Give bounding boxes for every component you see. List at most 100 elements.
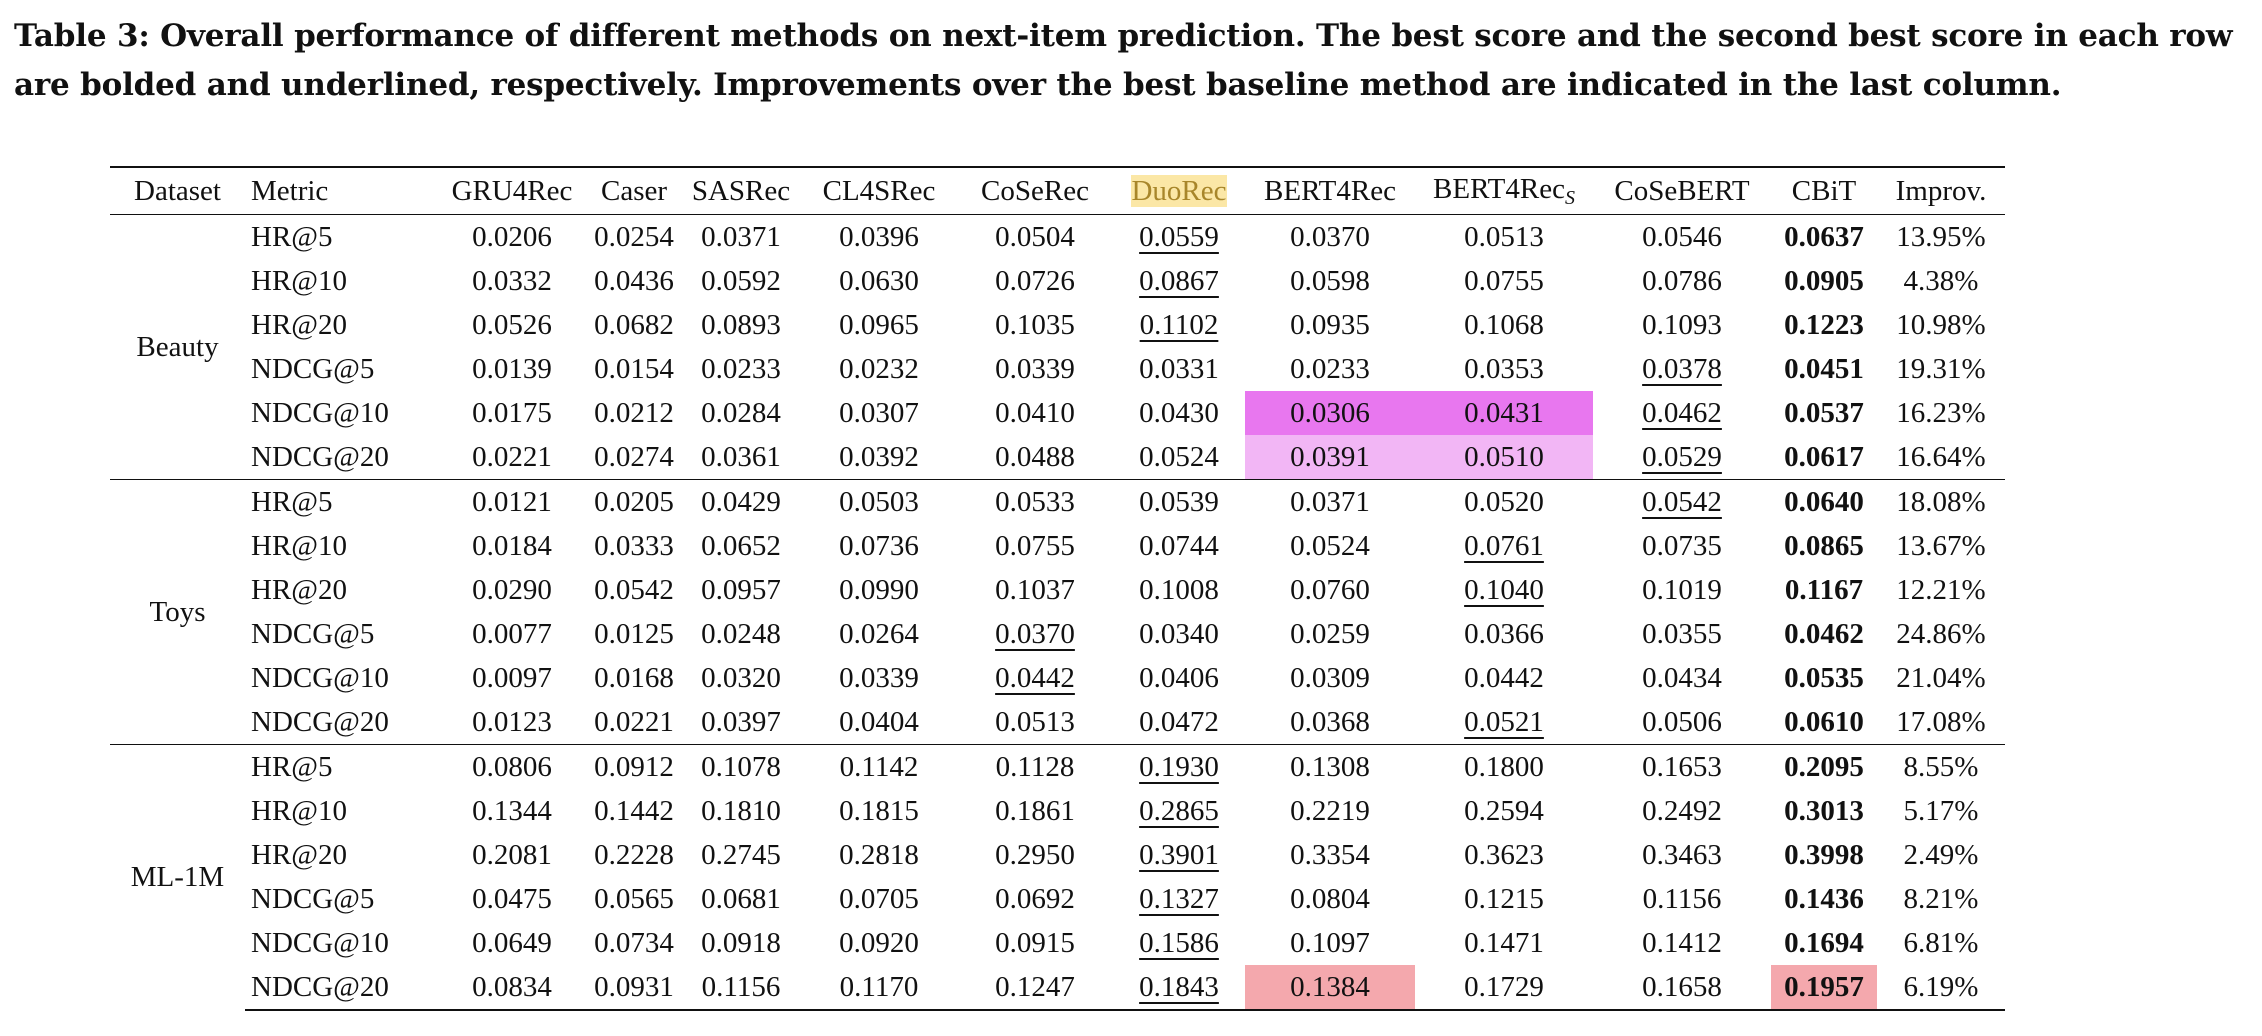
score-cell: 0.0370 xyxy=(957,612,1113,656)
cell-value: 0.0306 xyxy=(1290,396,1370,429)
score-cell: 0.1037 xyxy=(957,568,1113,612)
col-header-cosebert: CoSeBERT xyxy=(1593,166,1771,215)
score-cell: 0.3013 xyxy=(1771,789,1877,833)
bert4recs-subscript: S xyxy=(1564,186,1575,209)
score-cell: 0.0535 xyxy=(1771,656,1877,700)
score-cell: 0.0931 xyxy=(587,965,681,1011)
cell-value: 13.95% xyxy=(1896,220,1986,253)
score-cell: 0.0442 xyxy=(957,656,1113,700)
improvement-cell: 2.49% xyxy=(1877,833,2005,877)
cell-value: 0.0206 xyxy=(472,220,552,253)
score-cell: 0.0617 xyxy=(1771,435,1877,480)
col-header-cl4srec: CL4SRec xyxy=(801,166,957,215)
score-cell: 0.1412 xyxy=(1593,921,1771,965)
score-cell: 0.0434 xyxy=(1593,656,1771,700)
score-cell: 0.0475 xyxy=(437,877,587,921)
improvement-cell: 16.23% xyxy=(1877,391,2005,435)
table-row: NDCG@20 0.0123 0.0221 0.0397 0.0404 0.0513 0.0… xyxy=(110,700,2005,745)
score-cell: 0.0332 xyxy=(437,259,587,303)
score-cell: 0.0526 xyxy=(437,303,587,347)
cell-value: 0.0431 xyxy=(1464,396,1544,429)
cell-value: 0.0430 xyxy=(1139,396,1219,429)
cell-value: 0.0735 xyxy=(1642,529,1722,562)
cell-value: 0.0865 xyxy=(1784,529,1864,562)
score-cell: 0.3623 xyxy=(1415,833,1593,877)
cell-value: 0.0371 xyxy=(701,220,781,253)
cell-value: 0.0436 xyxy=(594,264,674,297)
score-cell: 0.0212 xyxy=(587,391,681,435)
metric-cell: HR@10 xyxy=(251,264,347,297)
table-row: NDCG@10 0.0649 0.0734 0.0918 0.0920 0.0915 0.1… xyxy=(110,921,2005,965)
score-cell: 0.1040 xyxy=(1415,568,1593,612)
cell-value: 0.1215 xyxy=(1464,882,1544,915)
cell-value: 6.81% xyxy=(1903,926,1979,959)
score-cell: 0.0221 xyxy=(437,435,587,480)
score-cell: 0.0734 xyxy=(587,921,681,965)
cell-value: 12.21% xyxy=(1896,573,1986,606)
cell-value: 0.0331 xyxy=(1139,352,1219,385)
metric-cell: HR@20 xyxy=(251,838,347,871)
score-cell: 0.0539 xyxy=(1113,479,1245,524)
cell-value: 0.0320 xyxy=(701,661,781,694)
cell-value: 0.2095 xyxy=(1784,750,1864,783)
cell-value: 0.1442 xyxy=(594,794,674,827)
cell-value: 0.0168 xyxy=(594,661,674,694)
cell-value: 0.1586 xyxy=(1139,926,1219,959)
cell-value: 0.1156 xyxy=(1642,882,1722,915)
cell-value: 0.0205 xyxy=(594,485,674,518)
score-cell: 0.0361 xyxy=(681,435,801,480)
cell-value: 0.0184 xyxy=(472,529,552,562)
score-cell: 0.1810 xyxy=(681,789,801,833)
metric-cell: NDCG@20 xyxy=(245,965,437,1011)
dataset-cell: ML-1M xyxy=(110,744,245,1010)
score-cell: 0.2095 xyxy=(1771,744,1877,789)
cell-value: 0.0965 xyxy=(839,308,919,341)
cell-value: 0.1384 xyxy=(1290,970,1370,1003)
cell-value: 0.0410 xyxy=(995,396,1075,429)
score-cell: 0.0154 xyxy=(587,347,681,391)
score-cell: 0.0306 xyxy=(1245,391,1415,435)
col-header-gru4rec: GRU4Rec xyxy=(437,166,587,215)
metric-cell: HR@20 xyxy=(251,573,347,606)
score-cell: 0.0726 xyxy=(957,259,1113,303)
score-cell: 0.1344 xyxy=(437,789,587,833)
score-cell: 0.0610 xyxy=(1771,700,1877,745)
cell-value: 0.0077 xyxy=(472,617,552,650)
cell-value: 0.0649 xyxy=(472,926,552,959)
cell-value: 0.1142 xyxy=(839,750,919,783)
score-cell: 0.1658 xyxy=(1593,965,1771,1011)
score-cell: 0.0692 xyxy=(957,877,1113,921)
table-row: NDCG@20 0.0834 0.0931 0.1156 0.1170 0.1247 0.1… xyxy=(110,965,2005,1011)
cell-value: 19.31% xyxy=(1896,352,1986,385)
cell-value: 0.2594 xyxy=(1464,794,1544,827)
score-cell: 0.0429 xyxy=(681,479,801,524)
table-row: NDCG@10 0.0175 0.0212 0.0284 0.0307 0.0410 0.0… xyxy=(110,391,2005,435)
cell-value: 16.23% xyxy=(1896,396,1986,429)
score-cell: 0.1436 xyxy=(1771,877,1877,921)
score-cell: 0.1035 xyxy=(957,303,1113,347)
cell-value: 0.1097 xyxy=(1290,926,1370,959)
score-cell: 0.1097 xyxy=(1245,921,1415,965)
col-header-cbit: CBiT xyxy=(1771,166,1877,215)
cell-value: 0.1843 xyxy=(1139,970,1219,1003)
cell-value: 0.0221 xyxy=(594,705,674,738)
cell-value: 0.0233 xyxy=(701,352,781,385)
metric-cell: NDCG@20 xyxy=(251,440,389,473)
score-cell: 0.0529 xyxy=(1593,435,1771,480)
cell-value: 0.0537 xyxy=(1784,396,1864,429)
cell-value: 0.1035 xyxy=(995,308,1075,341)
cell-value: 0.0652 xyxy=(701,529,781,562)
score-cell: 0.0542 xyxy=(587,568,681,612)
score-cell: 0.0406 xyxy=(1113,656,1245,700)
score-cell: 0.0371 xyxy=(1245,479,1415,524)
cell-value: 0.0333 xyxy=(594,529,674,562)
improvement-cell: 18.08% xyxy=(1877,479,2005,524)
score-cell: 0.0760 xyxy=(1245,568,1415,612)
score-cell: 0.0755 xyxy=(1415,259,1593,303)
score-cell: 0.0378 xyxy=(1593,347,1771,391)
score-cell: 0.0355 xyxy=(1593,612,1771,656)
improvement-cell: 4.38% xyxy=(1877,259,2005,303)
cell-value: 0.1658 xyxy=(1642,970,1722,1003)
cell-value: 0.0506 xyxy=(1642,705,1722,738)
improvement-cell: 6.81% xyxy=(1877,921,2005,965)
